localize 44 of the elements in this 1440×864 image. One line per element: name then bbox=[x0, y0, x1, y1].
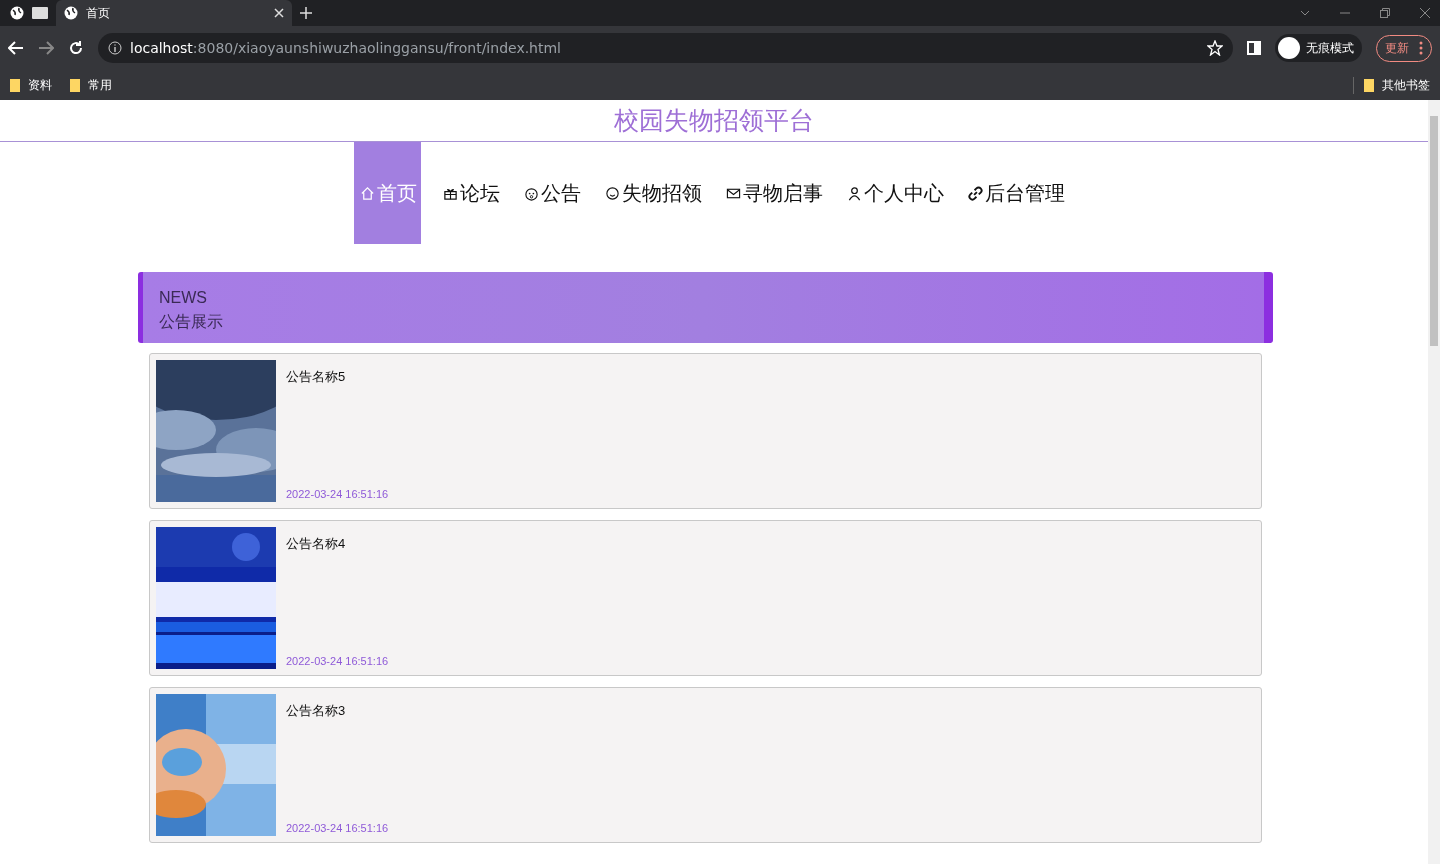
section-heading: NEWS bbox=[159, 288, 207, 308]
link-icon bbox=[967, 185, 983, 201]
plus-icon[interactable] bbox=[300, 7, 312, 19]
face-icon bbox=[523, 185, 539, 201]
news-card[interactable]: 公告名称3 2022-03-24 16:51:16 bbox=[149, 687, 1262, 843]
restore-icon[interactable] bbox=[1380, 8, 1390, 18]
globe-icon[interactable] bbox=[10, 6, 24, 20]
star-icon[interactable] bbox=[1207, 40, 1223, 56]
news-title[interactable]: 公告名称4 bbox=[286, 535, 346, 553]
nav-item[interactable]: 个人中心 bbox=[836, 142, 954, 244]
home-icon bbox=[359, 185, 375, 201]
bookmark-folder[interactable]: 其他书签 bbox=[1353, 76, 1430, 94]
incognito-profile[interactable]: 无痕模式 bbox=[1275, 34, 1362, 62]
site-title: 校园失物招领平台 bbox=[0, 100, 1428, 142]
back-icon[interactable] bbox=[8, 41, 24, 55]
news-date: 2022-03-24 16:51:16 bbox=[286, 655, 389, 667]
browser-tab[interactable]: 首页 bbox=[56, 0, 292, 26]
news-date: 2022-03-24 16:51:16 bbox=[286, 488, 389, 500]
info-icon[interactable] bbox=[108, 41, 122, 55]
news-title[interactable]: 公告名称5 bbox=[286, 368, 346, 386]
nav-item[interactable]: 公告 bbox=[513, 142, 591, 244]
chevron-icon[interactable] bbox=[1300, 8, 1310, 18]
bookmark-folder[interactable]: 常用 bbox=[70, 76, 112, 94]
nav-item[interactable]: 寻物启事 bbox=[715, 142, 833, 244]
nav-item[interactable]: 后台管理 bbox=[957, 142, 1075, 244]
news-card[interactable]: 公告名称4 2022-03-24 16:51:16 bbox=[149, 520, 1262, 676]
close-icon[interactable] bbox=[1420, 8, 1430, 18]
person-icon bbox=[846, 185, 862, 201]
forward-icon[interactable] bbox=[38, 41, 54, 55]
news-card[interactable]: 公告名称5 2022-03-24 16:51:16 bbox=[149, 353, 1262, 509]
more-icon[interactable] bbox=[1419, 41, 1423, 55]
address-bar[interactable]: localhost:8080/xiaoyaunshiwuzhaolinggansu/front/index.html bbox=[98, 33, 1233, 63]
news-title[interactable]: 公告名称3 bbox=[286, 702, 346, 720]
scrollbar[interactable] bbox=[1428, 100, 1440, 864]
side-panel-icon[interactable] bbox=[1247, 41, 1261, 55]
bookmark-folder[interactable]: 资料 bbox=[10, 76, 52, 94]
url-text: localhost:8080/xiaoyaunshiwuzhaolinggansu/front/index.html bbox=[130, 40, 561, 56]
nav-item[interactable]: 论坛 bbox=[432, 142, 510, 244]
section-subheading: 公告展示 bbox=[159, 312, 223, 332]
globe-icon bbox=[64, 6, 78, 20]
news-date: 2022-03-24 16:51:16 bbox=[286, 822, 389, 834]
nav-item[interactable]: 失物招领 bbox=[594, 142, 712, 244]
reload-icon[interactable] bbox=[68, 40, 84, 56]
smiley-icon bbox=[604, 185, 620, 201]
